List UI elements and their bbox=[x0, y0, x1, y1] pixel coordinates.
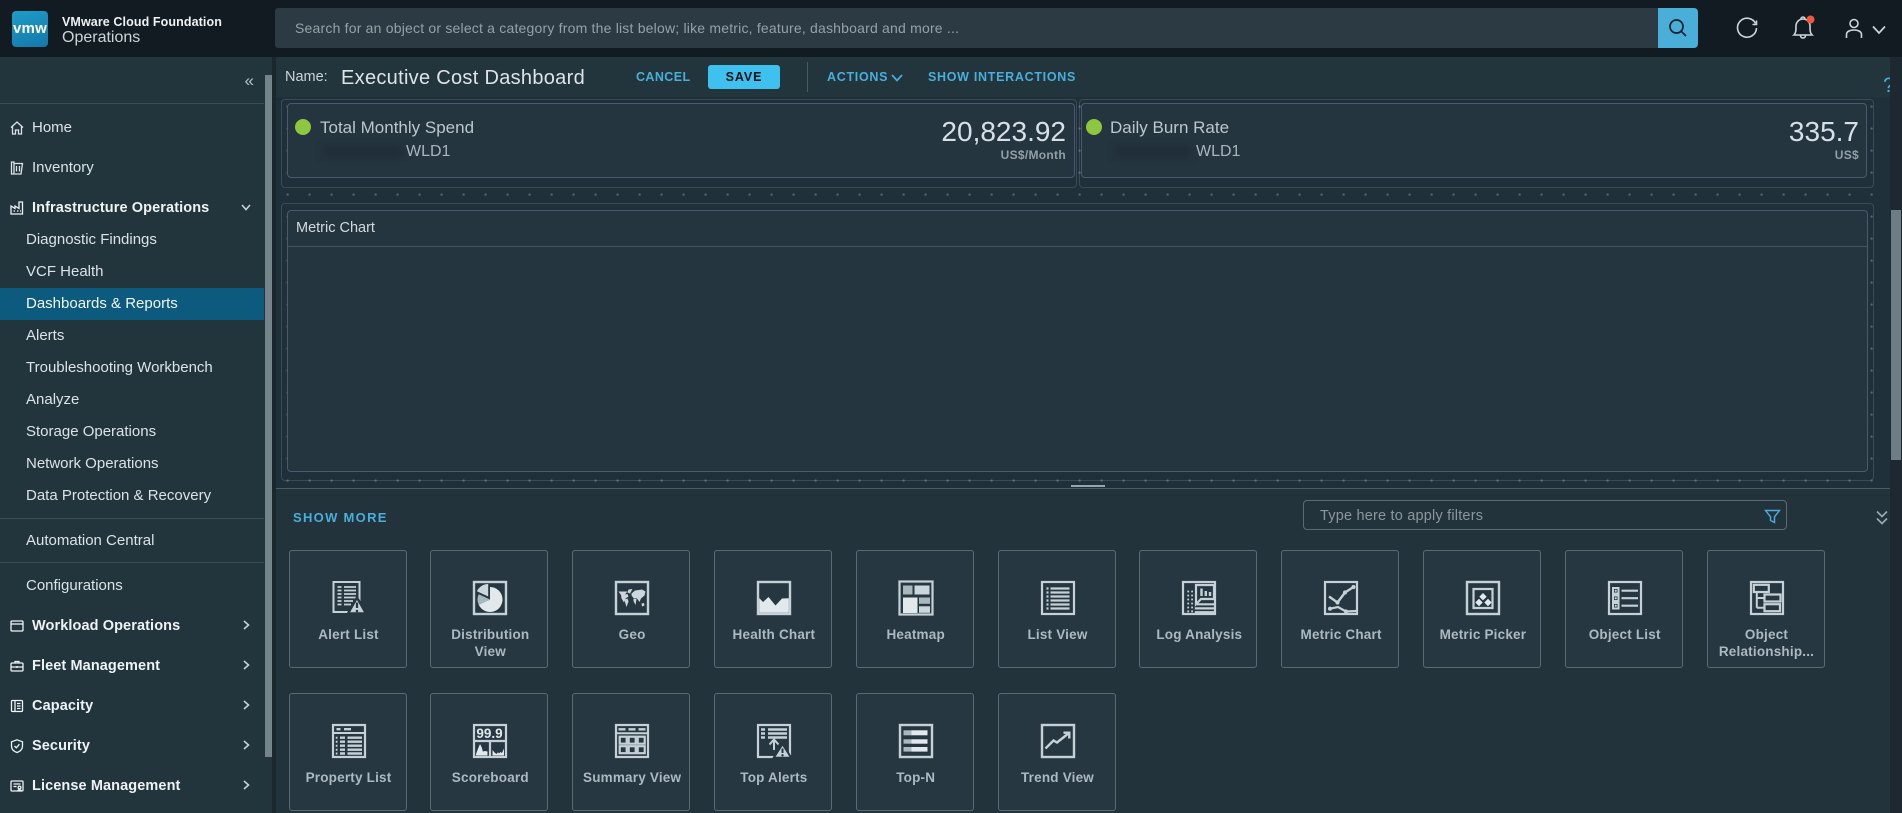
svg-text:99.9: 99.9 bbox=[477, 726, 503, 741]
